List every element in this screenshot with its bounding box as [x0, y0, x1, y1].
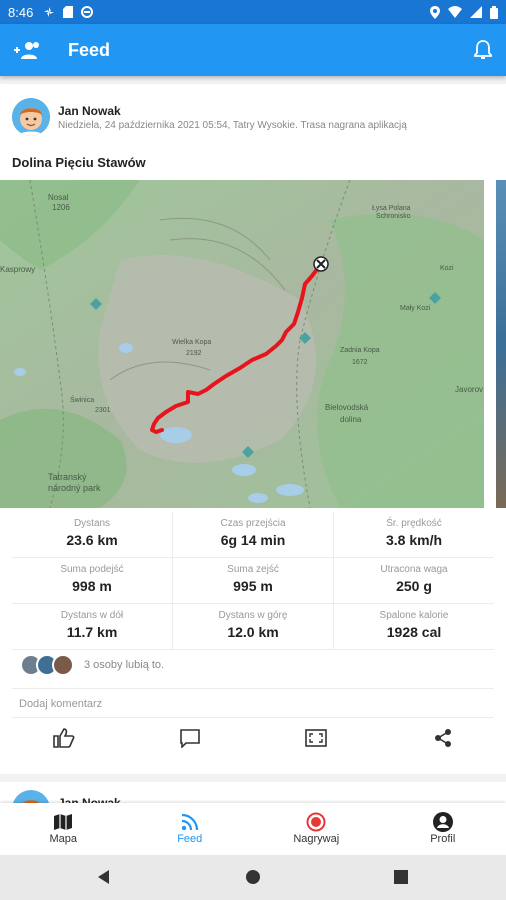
stat-distance-up: Dystans w górę 12.0 km [173, 604, 334, 649]
recents-icon[interactable] [394, 870, 408, 884]
bottom-navigation: Mapa Feed Nagrywaj Profil [0, 803, 506, 855]
likes-count-text: 3 osoby lubią to. [84, 659, 165, 671]
route-title[interactable]: Dolina Pięciu Stawów [12, 155, 146, 170]
map-icon [54, 814, 73, 830]
record-icon [306, 812, 326, 832]
stat-calories: Spalone kalorie 1928 cal [379, 610, 449, 640]
profile-icon [432, 812, 453, 832]
likes-summary[interactable]: 3 osoby lubią to. [20, 654, 164, 676]
liker-avatar [52, 654, 74, 676]
location-icon [430, 5, 440, 19]
fullscreen-icon [305, 729, 327, 747]
svg-text:národný park: národný park [48, 483, 101, 493]
svg-text:Javorov: Javorov [455, 385, 483, 394]
svg-text:2301: 2301 [95, 407, 111, 414]
thumb-up-icon [53, 728, 75, 748]
comment-icon [180, 729, 200, 748]
share-icon [435, 729, 451, 747]
nav-item-map[interactable]: Mapa [0, 803, 127, 855]
svg-text:Świnica: Świnica [70, 395, 94, 404]
stat-distance: Dystans 23.6 km [12, 512, 173, 557]
fan-icon [44, 7, 55, 17]
svg-text:Łysa Polana: Łysa Polana [372, 205, 411, 212]
svg-text:Kasprowy: Kasprowy [0, 265, 35, 274]
stat-avg-speed: Śr. prędkość 3.8 km/h [385, 518, 443, 548]
svg-text:2192: 2192 [186, 350, 202, 357]
stat-weight-lost: Utracona waga 250 g [380, 564, 448, 594]
data-saver-icon [81, 6, 94, 18]
clock: 8:46 [8, 4, 34, 20]
nav-label: Nagrywaj [293, 833, 340, 845]
svg-text:Kozi: Kozi [440, 265, 454, 272]
svg-text:Tatranský: Tatranský [48, 472, 87, 482]
back-icon[interactable] [96, 869, 112, 885]
sd-card-icon [63, 6, 74, 18]
avatar-face-icon [12, 98, 50, 136]
map-image: Nosal 1206 Łysa Polana Schronisko Kozi M… [0, 180, 484, 508]
add-friend-icon[interactable] [14, 41, 40, 59]
post-subtitle: Niedziela, 24 października 2021 05:54, T… [58, 120, 407, 131]
system-navigation-bar [0, 855, 506, 900]
svg-text:Bielovodská: Bielovodská [325, 403, 369, 412]
signal-icon [470, 6, 482, 18]
svg-text:Wielka Kopa: Wielka Kopa [172, 339, 211, 346]
avatar[interactable] [12, 98, 50, 136]
nav-label: Profil [430, 833, 456, 845]
svg-text:Schronisko: Schronisko [376, 213, 411, 220]
stats-row: Suma podejść 998 m Suma zejść 995 m Utraco… [12, 558, 494, 604]
stats-row: Dystans w dół 11.7 km Dystans w górę 12.0 … [12, 604, 494, 650]
route-map[interactable]: Nosal 1206 Łysa Polana Schronisko Kozi M… [0, 180, 484, 508]
feed-post: Jan Nowak Niedziela, 24 października 202… [0, 84, 506, 774]
svg-text:dolina: dolina [340, 415, 362, 424]
wifi-icon [448, 6, 462, 18]
author-name[interactable]: Jan Nowak [58, 104, 407, 118]
stat-ascent: Suma podejść 998 m [12, 558, 173, 603]
svg-text:Nosal: Nosal [48, 193, 69, 202]
comment-button[interactable] [178, 726, 202, 750]
comment-input[interactable]: Dodaj komentarz [12, 688, 494, 718]
nav-label: Mapa [49, 833, 78, 845]
stat-duration: Czas przejścia 6g 14 min [173, 512, 334, 557]
bell-icon[interactable] [474, 40, 492, 60]
fullscreen-button[interactable] [304, 726, 328, 750]
post-author[interactable]: Jan Nowak Niedziela, 24 października 202… [12, 98, 407, 136]
battery-icon [490, 5, 498, 19]
post-actions [0, 724, 506, 754]
stats-grid: Dystans 23.6 km Czas przejścia 6g 14 min Ś… [12, 512, 494, 650]
stats-row: Dystans 23.6 km Czas przejścia 6g 14 min Ś… [12, 512, 494, 558]
like-button[interactable] [52, 726, 76, 750]
next-photo-preview[interactable] [496, 180, 506, 508]
app-bar: Feed [0, 24, 506, 76]
nav-label: Feed [177, 833, 203, 845]
stat-descent: Suma zejść 995 m [173, 558, 334, 603]
page-title: Feed [68, 39, 111, 60]
nav-item-profile[interactable]: Profil [380, 803, 506, 855]
rss-icon [181, 813, 198, 831]
stat-distance-down: Dystans w dół 11.7 km [12, 604, 173, 649]
svg-text:1206: 1206 [52, 203, 70, 212]
svg-text:Zadnia Kopa: Zadnia Kopa [340, 347, 380, 354]
svg-text:1672: 1672 [352, 359, 368, 366]
status-bar: 8:46 [0, 0, 506, 24]
share-button[interactable] [431, 726, 455, 750]
home-icon[interactable] [245, 869, 261, 885]
nav-item-record[interactable]: Nagrywaj [253, 803, 380, 855]
svg-text:Mały Kozi: Mały Kozi [400, 305, 431, 312]
nav-item-feed[interactable]: Feed [127, 803, 254, 855]
